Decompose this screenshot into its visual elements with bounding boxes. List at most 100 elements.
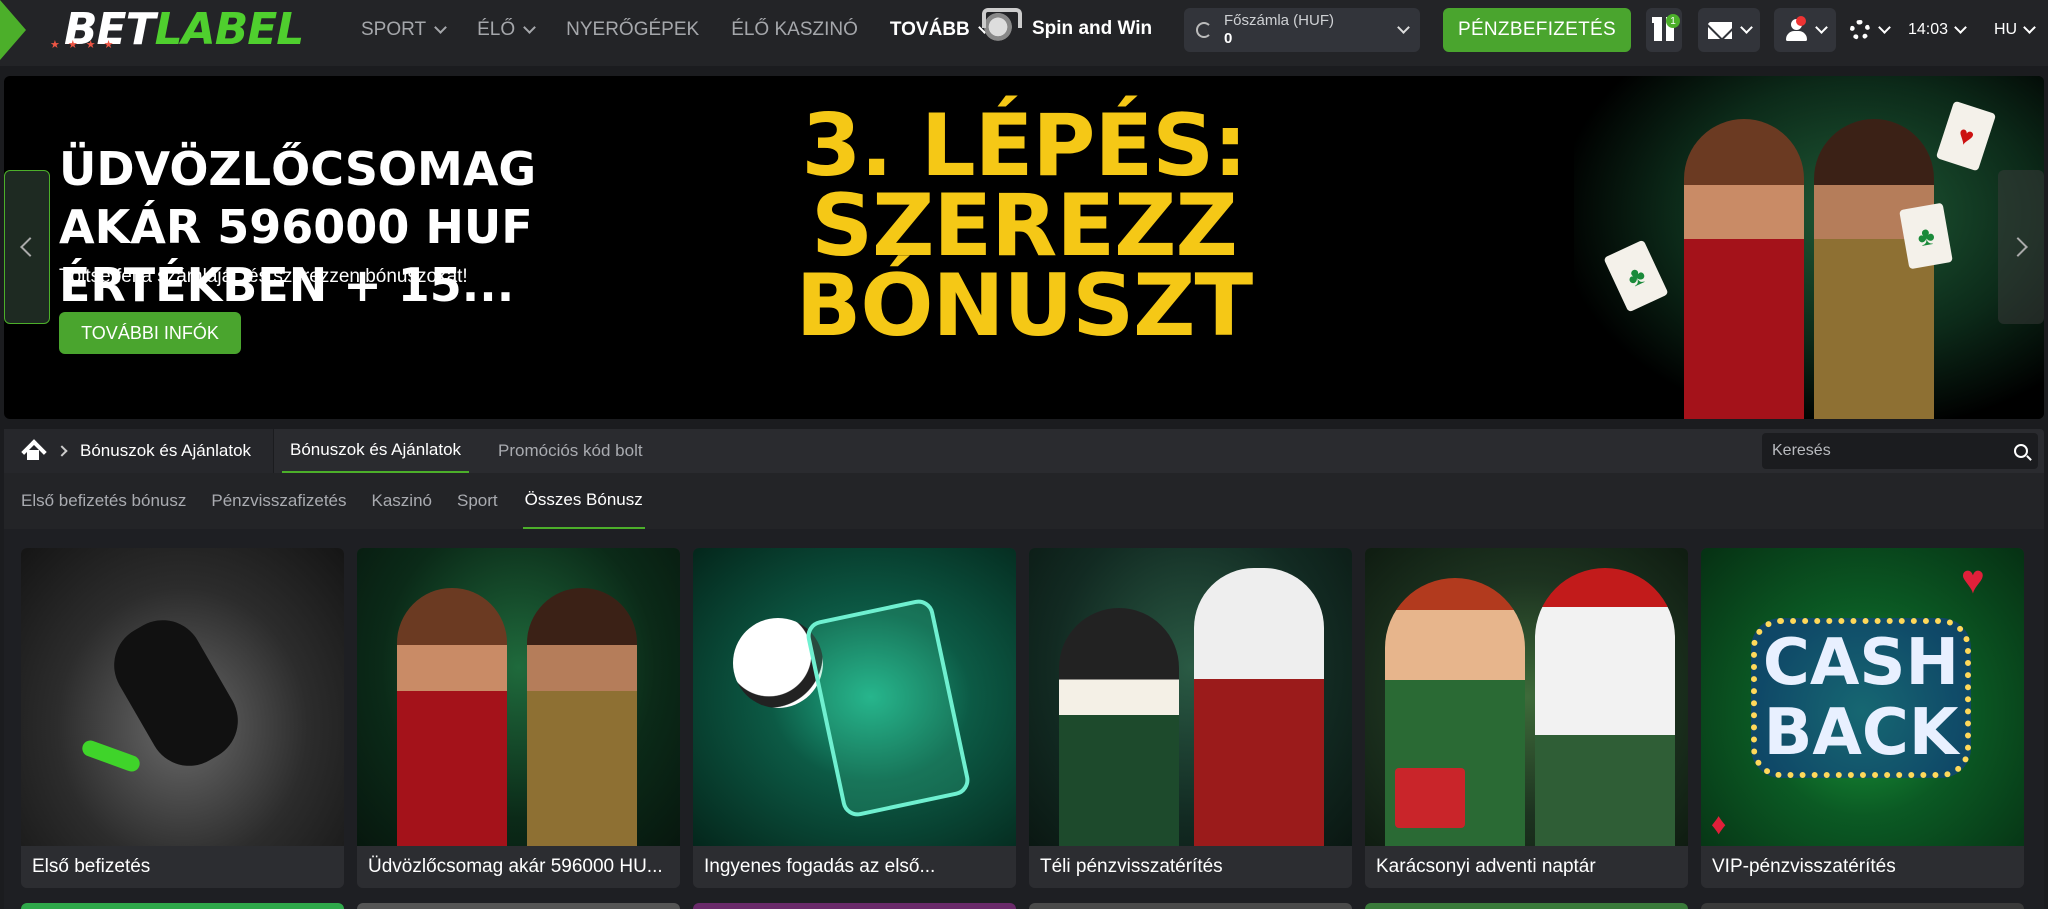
spin-and-win-label: Spin and Win	[1032, 18, 1153, 39]
card-clubs-icon: ♣	[1899, 202, 1953, 270]
step-headline-line2: BÓNUSZT	[795, 256, 1253, 356]
promo-card[interactable]: Üdvözlőcsomag akár 596000 HU...	[357, 548, 680, 888]
notification-dot	[1796, 16, 1806, 26]
cashback-line2: BACK	[1763, 696, 1959, 770]
cashback-text: CASH BACK	[1761, 628, 1961, 768]
promo-card[interactable]: Első befizetés	[21, 548, 344, 888]
profile-button[interactable]	[1774, 8, 1836, 52]
search-input[interactable]	[1772, 442, 2014, 460]
chevron-down-icon	[1877, 21, 1891, 34]
tab-bonuses[interactable]: Bónuszok és Ajánlatok	[282, 429, 470, 473]
promo-card-next-row	[1701, 903, 2024, 909]
promo-card[interactable]: CASH BACK ♥ ♦ VIP-pénzvisszatérítés	[1701, 548, 2024, 888]
deposit-button[interactable]: PÉNZBEFIZETÉS	[1443, 8, 1631, 52]
main-nav: SPORT ÉLŐ NYERŐGÉPEK ÉLŐ KASZINÓ TOVÁBB	[345, 0, 1005, 60]
promo-card-next-row	[693, 903, 1016, 909]
step-headline: 3. LÉPÉS: SZEREZZ BÓNUSZT	[624, 96, 1424, 356]
chevron-down-icon	[1954, 21, 1967, 34]
search-icon[interactable]	[2014, 444, 2028, 458]
card-clubs-icon: ♣	[1603, 239, 1669, 313]
promo-card-next-row	[1365, 903, 1688, 909]
account-balance: 0	[1224, 30, 1233, 47]
promo-banner[interactable]: ♣ ♥ ♣ ÜDVÖZLŐCSOMAG AKÁR 596000 HUF ÉRTÉ…	[4, 76, 2044, 419]
section-tabbar: Bónuszok és Ajánlatok Bónuszok és Ajánla…	[4, 429, 2044, 473]
promo-card[interactable]: Téli pénzvisszatérítés	[1029, 548, 1352, 888]
nav-slots-label: NYERŐGÉPEK	[566, 19, 700, 40]
nav-live-casino[interactable]: ÉLŐ KASZINÓ	[715, 19, 874, 41]
messages-button[interactable]	[1698, 8, 1760, 52]
promo-card-next-row	[21, 903, 344, 909]
promo-title: Téli pénzvisszatérítés	[1029, 846, 1352, 888]
clock-time: 14:03	[1908, 21, 1949, 38]
chevron-down-icon	[1814, 21, 1828, 34]
more-info-button[interactable]: TOVÁBBI INFÓK	[59, 312, 241, 354]
spin-and-win-link[interactable]: Spin and Win	[978, 8, 1152, 50]
banner-next-button[interactable]	[1998, 170, 2044, 324]
nav-sport-label: SPORT	[361, 19, 427, 40]
heart-icon: ♥	[1961, 558, 1985, 602]
logo-label-text: LABEL	[154, 4, 305, 55]
dragon-icon	[978, 8, 1022, 50]
language-code: HU	[1994, 21, 2018, 38]
nav-sport[interactable]: SPORT	[345, 19, 461, 41]
promo-image	[21, 548, 344, 846]
hostess-figure	[1684, 119, 1804, 419]
chevron-right-icon	[2008, 237, 2028, 257]
bonus-filters: Első befizetés bónusz Pénzvisszafizetés …	[4, 473, 2044, 529]
chevron-down-icon	[434, 21, 447, 34]
settings-button[interactable]	[1838, 8, 1900, 52]
promo-card[interactable]: Ingyenes fogadás az első...	[693, 548, 1016, 888]
time-dropdown[interactable]: 14:03	[1908, 8, 1967, 52]
gift-button[interactable]: 1	[1646, 8, 1682, 52]
filter-first-deposit[interactable]: Első befizetés bónusz	[21, 473, 186, 529]
chevron-down-icon	[1739, 21, 1753, 34]
breadcrumb-current[interactable]: Bónuszok és Ajánlatok	[80, 441, 251, 461]
promo-title: Üdvözlőcsomag akár 596000 HU...	[357, 846, 680, 888]
filter-all-bonuses[interactable]: Összes Bónusz	[522, 473, 645, 529]
hostess-figure	[1814, 119, 1934, 419]
nav-slots[interactable]: NYERŐGÉPEK	[550, 19, 715, 41]
account-label: Főszámla (HUF)	[1224, 12, 1335, 29]
top-header: BETLABEL ★★★★ SPORT ÉLŐ NYERŐGÉPEK ÉLŐ K…	[0, 0, 2048, 66]
tab-promo-code-shop[interactable]: Promóciós kód bolt	[498, 429, 643, 473]
banner-prev-button[interactable]	[4, 170, 50, 324]
promo-title: Első befizetés	[21, 846, 344, 888]
diamond-icon: ♦	[1711, 808, 1727, 841]
promo-title: Karácsonyi adventi naptár	[1365, 846, 1688, 888]
language-dropdown[interactable]: HU	[1994, 8, 2036, 52]
promo-image	[1365, 548, 1688, 846]
nav-live-label: ÉLŐ	[477, 19, 516, 40]
logo-stars-icon: ★★★★	[50, 39, 122, 51]
promo-image	[693, 548, 1016, 846]
promo-title: VIP-pénzvisszatérítés	[1701, 846, 2024, 888]
home-icon[interactable]	[22, 442, 44, 460]
banner-illustration: ♣ ♥ ♣	[1574, 76, 2044, 419]
search-box	[1762, 433, 2038, 469]
promo-image: CASH BACK ♥ ♦	[1701, 548, 2024, 846]
chevron-down-icon	[2023, 21, 2036, 34]
gift-count-badge: 1	[1666, 14, 1680, 28]
card-hearts-icon: ♥	[1935, 100, 1997, 172]
banner-subtitle: Töltse fel a számláját, és szerezzen bón…	[59, 266, 468, 287]
envelope-icon	[1707, 21, 1732, 39]
nav-more-label: TOVÁBB	[889, 19, 970, 40]
chevron-down-icon	[523, 21, 537, 34]
promo-card-next-row	[357, 903, 680, 909]
account-selector[interactable]: Főszámla (HUF) 0	[1184, 8, 1420, 52]
promo-image	[357, 548, 680, 846]
gear-icon	[1849, 20, 1870, 40]
nav-live-casino-label: ÉLŐ KASZINÓ	[731, 19, 858, 40]
promo-card[interactable]: Karácsonyi adventi naptár	[1365, 548, 1688, 888]
chevron-left-icon	[20, 237, 40, 257]
nav-live[interactable]: ÉLŐ	[461, 19, 550, 41]
filter-casino[interactable]: Kaszinó	[372, 473, 432, 529]
cashback-line1: CASH	[1762, 626, 1960, 700]
step-headline-line1: 3. LÉPÉS: SZEREZZ	[801, 96, 1247, 276]
refresh-icon[interactable]	[1196, 22, 1212, 38]
logo-accent	[0, 0, 26, 60]
promo-image	[1029, 548, 1352, 846]
chevron-right-icon	[56, 445, 68, 457]
promo-title: Ingyenes fogadás az első...	[693, 846, 1016, 888]
filter-sport[interactable]: Sport	[457, 473, 498, 529]
filter-cashback[interactable]: Pénzvisszafizetés	[211, 473, 346, 529]
